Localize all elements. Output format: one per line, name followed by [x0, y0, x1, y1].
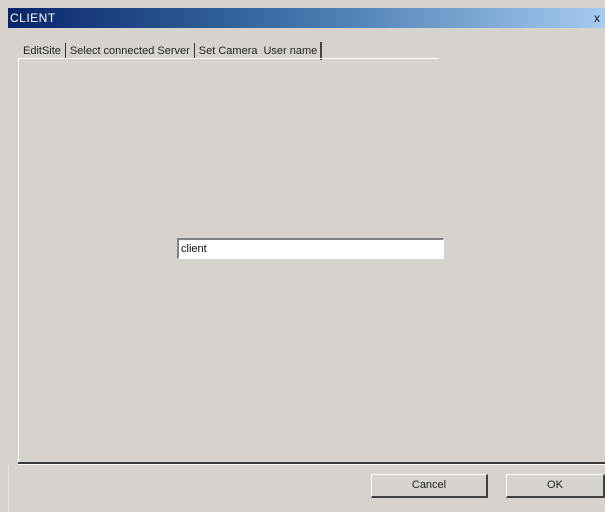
title-bar[interactable]: CLIENT x	[8, 8, 605, 28]
tab-panel-user-name	[18, 60, 605, 460]
tab-bar: EditSite Select connected Server Set Cam…	[20, 38, 323, 60]
tab-divider	[193, 43, 195, 59]
panel-edge	[18, 58, 19, 462]
tab-divider	[64, 43, 66, 59]
cancel-button[interactable]: Cancel	[371, 474, 488, 498]
tab-strip-edge	[18, 58, 438, 59]
window-title: CLIENT	[10, 11, 56, 25]
footer-divider	[18, 462, 605, 465]
footer-edge	[8, 466, 9, 512]
client-dialog: CLIENT x EditSite Select connected Serve…	[0, 0, 605, 512]
username-input[interactable]	[177, 238, 444, 259]
close-icon[interactable]: x	[591, 10, 603, 26]
ok-button[interactable]: OK	[506, 474, 605, 498]
